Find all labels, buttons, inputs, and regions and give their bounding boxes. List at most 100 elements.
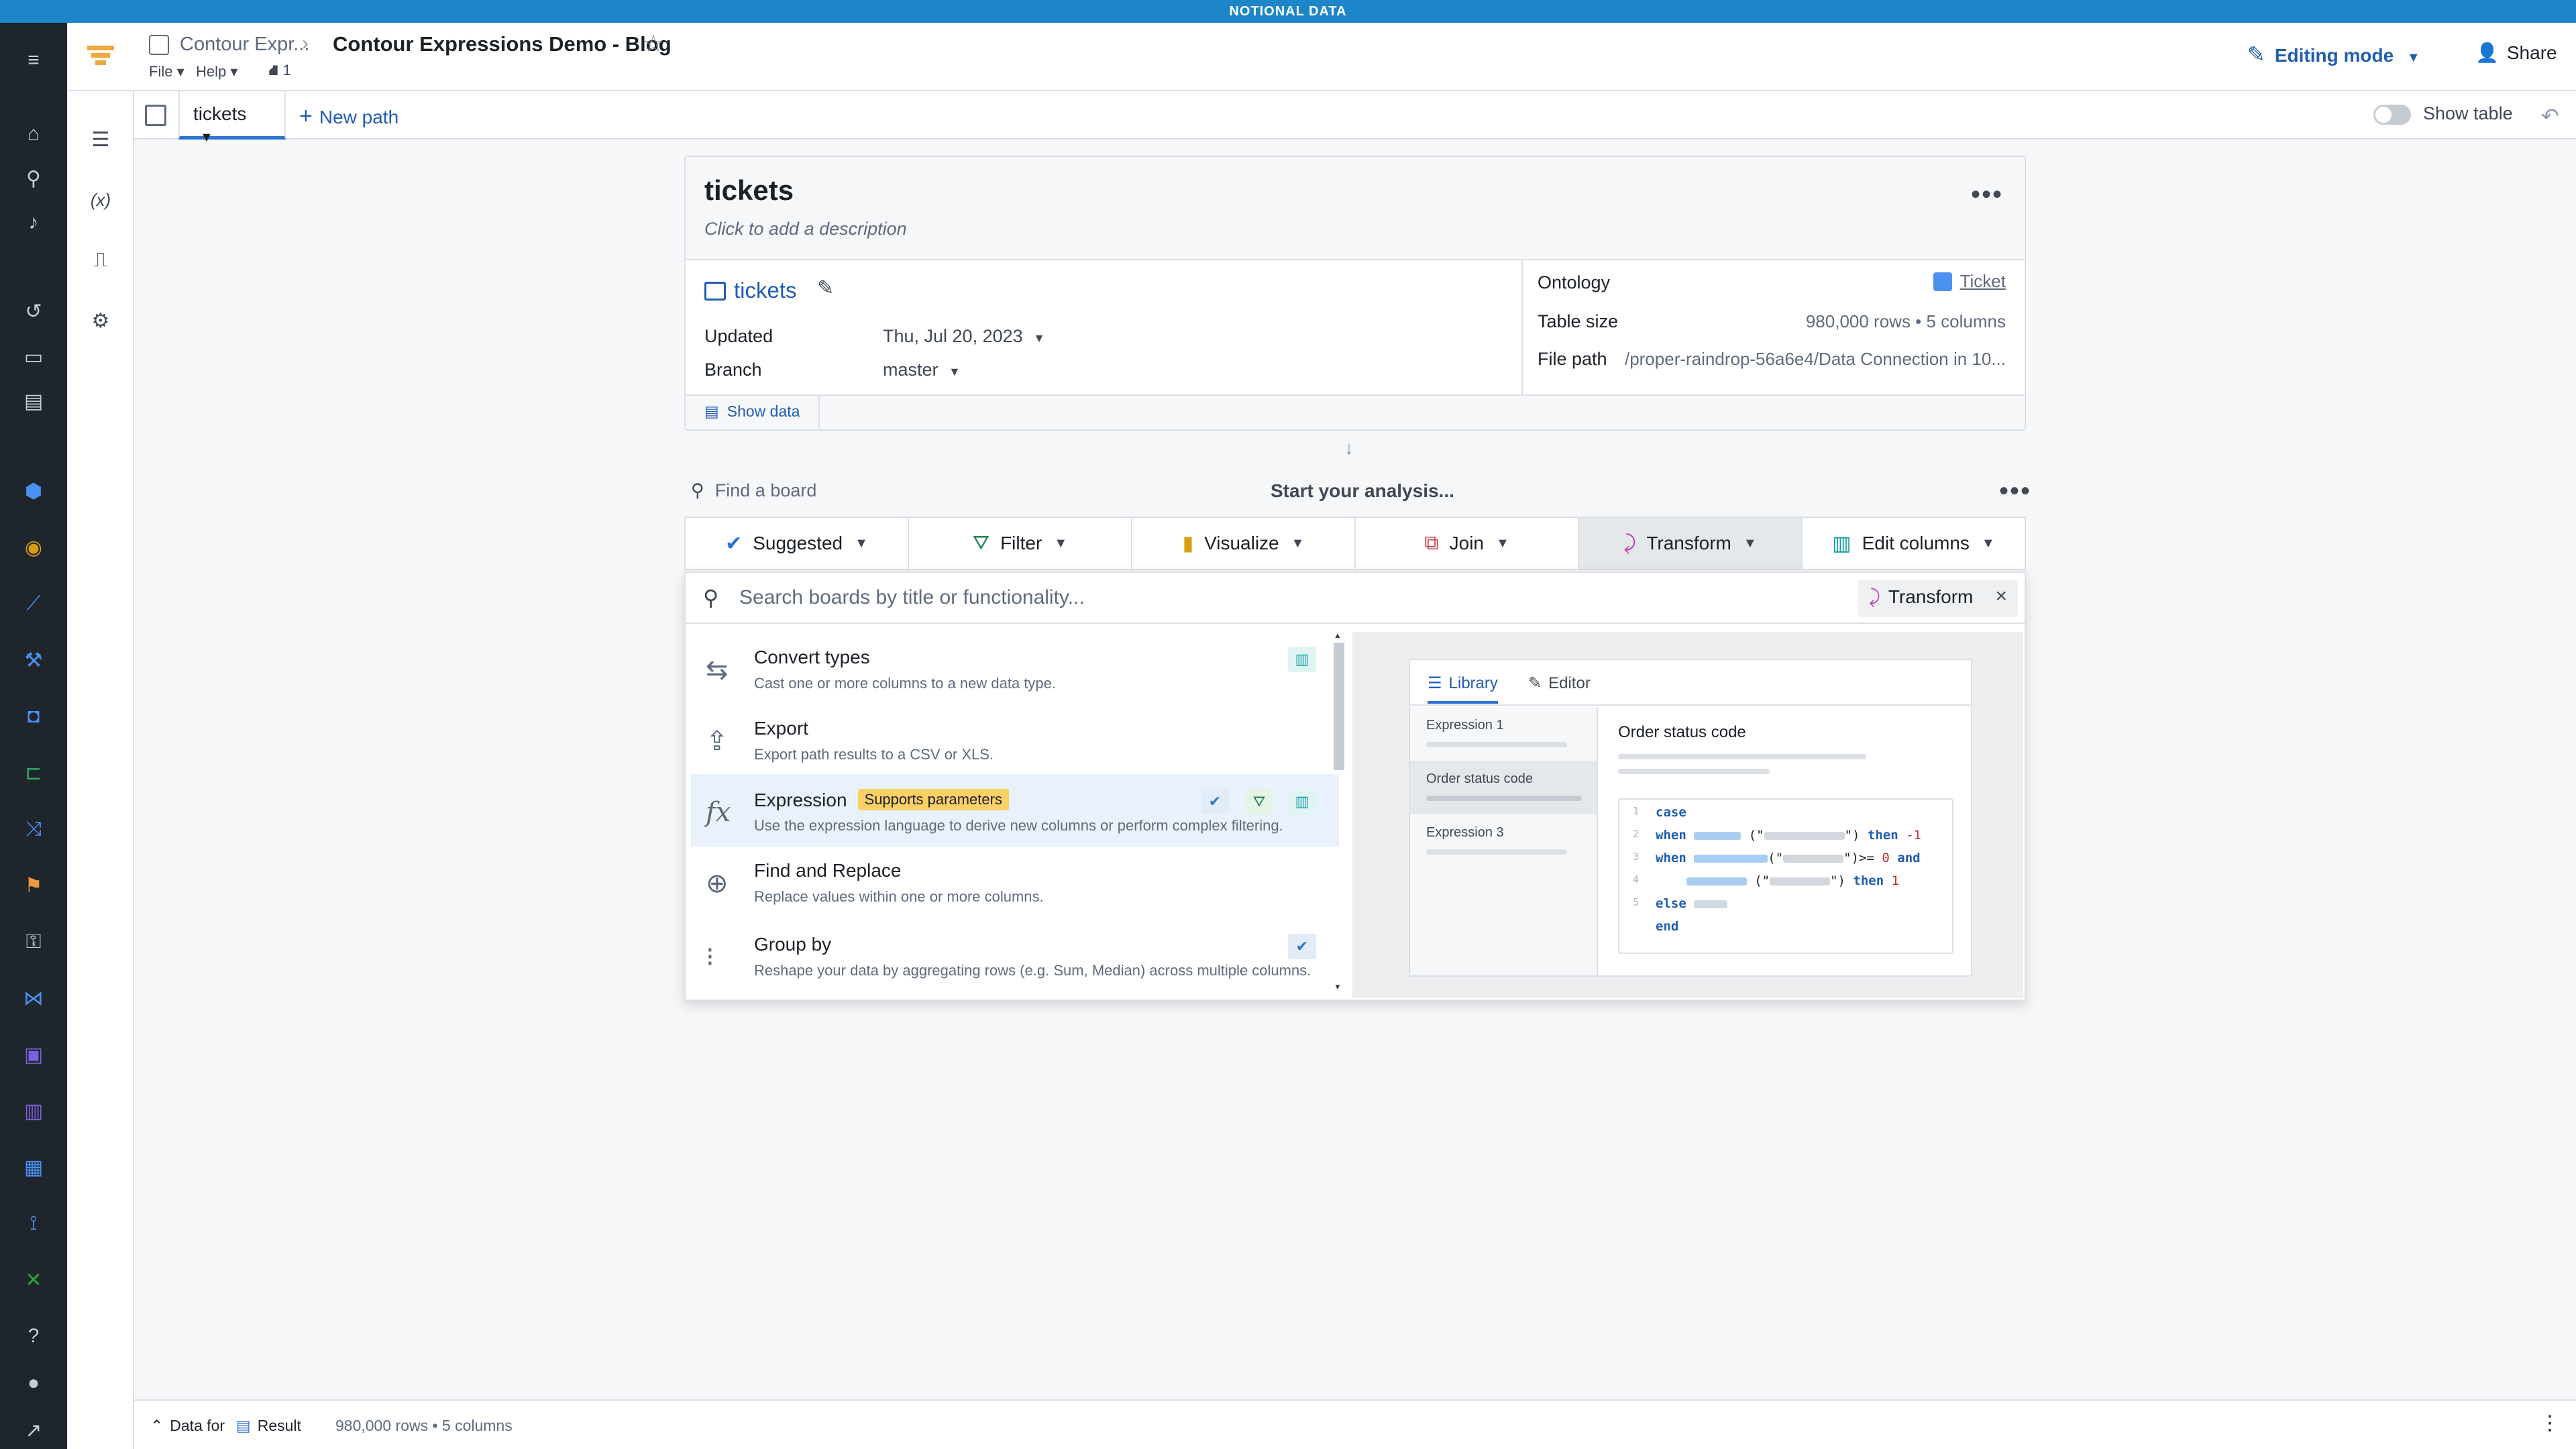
page-title[interactable]: Contour Expressions Demo - Blog <box>333 32 672 56</box>
board-expression[interactable]: fx Expression Supports parameters Use the… <box>691 774 1339 847</box>
category-edit-columns[interactable]: ▥ Edit columns ▼ <box>1803 518 2025 569</box>
dataset-app-icon[interactable]: ◉ <box>19 533 48 562</box>
ontology-app-icon[interactable]: ⬢ <box>19 476 48 506</box>
filter-icon: ⛛ <box>972 532 990 554</box>
resource-count[interactable]: ⛘ 1 <box>268 62 291 81</box>
columns-icon: ▥ <box>1832 532 1851 555</box>
more-options-icon[interactable]: ••• <box>1971 180 2003 210</box>
help-icon[interactable]: ? <box>19 1322 48 1351</box>
parameters-icon[interactable]: (x) <box>86 185 115 215</box>
close-icon[interactable]: × <box>1995 585 2007 608</box>
menu-expand-icon[interactable]: ≡ <box>19 46 48 75</box>
board-categories: ✔ Suggested ▼ ⛛ Filter ▼ ▮ Visualize ▼ ⧉ Join ▼ … <box>684 517 2026 570</box>
settings-gear-icon[interactable]: ⚙ <box>86 306 115 335</box>
table-grid-icon[interactable] <box>145 105 166 126</box>
search-icon: ⚲ <box>703 586 719 610</box>
board-search: ⚲ Search boards by title or functionalit… <box>686 573 2025 624</box>
group-by-icon: ⁝ <box>706 943 714 972</box>
category-filter[interactable]: ⛛ Filter ▼ <box>909 518 1132 569</box>
avatar[interactable]: ● <box>19 1368 48 1398</box>
board-find-and-replace[interactable]: ⊕ Find and Replace Replace values within… <box>691 845 1339 918</box>
footer-more-icon[interactable]: ⋮ <box>2540 1411 2560 1435</box>
ontology-link[interactable]: Ticket <box>1933 271 2006 292</box>
board-search-input[interactable]: Search boards by title or functionality.… <box>739 586 1085 609</box>
filter-chip-transform[interactable]: ⤸ Transform × <box>1858 580 2018 617</box>
list-icon: ☰ <box>1428 674 1442 692</box>
category-join[interactable]: ⧉ Join ▼ <box>1356 518 1579 569</box>
chart-app-icon[interactable]: ⟋ <box>19 589 48 619</box>
file-menu[interactable]: File ▾ <box>149 63 184 80</box>
description-field[interactable]: Click to add a description <box>704 219 907 239</box>
category-visualize[interactable]: ▮ Visualize ▼ <box>1132 518 1356 569</box>
board-title: Find and Replace <box>754 860 902 881</box>
show-table-toggle[interactable] <box>2373 105 2411 125</box>
lock-app-icon[interactable]: ⚿ <box>19 927 48 957</box>
dataset-card-header: tickets Click to add a description ••• <box>686 157 2025 260</box>
new-path-button[interactable]: + New path <box>299 103 398 129</box>
category-transform[interactable]: ⤸ Transform ▼ <box>1579 518 1803 569</box>
function-icon: fx <box>706 797 731 828</box>
updated-select[interactable]: Thu, Jul 20, 2023 ▼ <box>883 326 1045 347</box>
list-item: Order status code <box>1410 761 1597 814</box>
folder-icon[interactable]: ▭ <box>19 342 48 372</box>
flow-app-icon[interactable]: ⤨ <box>19 814 48 844</box>
history-icon[interactable]: ↺ <box>19 297 48 326</box>
notifications-icon[interactable]: ♪ <box>19 208 48 237</box>
board-export[interactable]: ⇪ Export Export path results to a CSV or… <box>691 703 1339 775</box>
file-path-value[interactable]: /proper-raindrop-56a6e4/Data Connection … <box>1625 349 2006 370</box>
help-menu[interactable]: Help ▾ <box>196 63 237 80</box>
browse-icon[interactable]: ▤ <box>19 386 48 416</box>
result-selector[interactable]: ▤ Result <box>236 1417 301 1435</box>
dataset-title[interactable]: tickets <box>704 174 794 207</box>
dataset-details: tickets ✎ Updated Thu, Jul 20, 2023 ▼ Br… <box>686 260 1523 394</box>
flag-app-icon[interactable]: ⚑ <box>19 871 48 900</box>
analysis-more-icon[interactable]: ••• <box>1999 476 2031 506</box>
path-tab-bar: tickets ▼ +New path Show table ↶ ↷ ⟳ ▥ <box>134 91 2576 145</box>
quiver-app-icon[interactable]: ▦ <box>19 1152 48 1182</box>
board-group-by[interactable]: ⁝ Group by Reshape your data by aggregat… <box>691 919 1339 991</box>
board-title: Convert types <box>754 647 870 667</box>
show-table-label: Show table <box>2423 103 2513 123</box>
contour-sidebar: ☰ (x) ⎍ ⚙ <box>67 91 134 1449</box>
pipeline-app-icon[interactable]: ⊏ <box>19 758 48 788</box>
home-icon[interactable]: ⌂ <box>19 119 48 149</box>
table-size-value: 980,000 rows • 5 columns <box>1805 311 2006 331</box>
open-link-icon[interactable]: ↗ <box>19 1415 48 1445</box>
expression-title: Order status code <box>1618 723 1746 741</box>
updated-label: Updated <box>704 326 773 346</box>
board-description: Cast one or more columns to a new data t… <box>754 675 1057 692</box>
favorite-star-icon[interactable]: ☆ <box>643 30 664 58</box>
network-app-icon[interactable]: ⋈ <box>19 983 48 1013</box>
expression-list: Expression 1 Order status code Expressio… <box>1410 707 1598 975</box>
camera-app-icon[interactable]: ◘ <box>19 702 48 731</box>
edit-icon: ✎ <box>2247 42 2265 66</box>
image-app-icon[interactable]: ▣ <box>19 1040 48 1069</box>
start-analysis-label: Start your analysis... <box>1271 480 1454 501</box>
ticket-object-icon <box>1933 272 1952 291</box>
dashboard-icon[interactable]: ⎍ <box>86 246 115 275</box>
category-suggested[interactable]: ✔ Suggested ▼ <box>686 518 909 569</box>
dataset-link[interactable]: tickets <box>734 278 797 303</box>
edit-dataset-icon[interactable]: ✎ <box>817 276 834 300</box>
hex-app-icon[interactable]: ✕ <box>19 1265 48 1295</box>
notional-data-banner: NOTIONAL DATA <box>0 0 2576 23</box>
editing-mode-button[interactable]: ✎ Editing mode ▼ <box>2247 42 2420 67</box>
hammer-app-icon[interactable]: ⚒ <box>19 645 48 675</box>
show-data-button[interactable]: ▤ Show data <box>686 396 820 429</box>
check-circle-icon: ✔ <box>1201 789 1229 814</box>
tab-tickets[interactable]: tickets ▼ <box>178 91 286 145</box>
find-board-input[interactable]: ⚲ Find a board <box>691 480 816 501</box>
paths-list-icon[interactable]: ☰ <box>86 125 115 154</box>
board-convert-types[interactable]: ⇆ Convert types Cast one or more columns… <box>691 632 1339 704</box>
branch-select[interactable]: master ▼ <box>883 360 961 380</box>
share-button[interactable]: 👤 Share <box>2475 42 2557 64</box>
data-for-toggle[interactable]: ⌃ Data for <box>150 1417 225 1435</box>
search-icon[interactable]: ⚲ <box>19 164 48 193</box>
breadcrumb-parent[interactable]: Contour Expr... <box>180 34 309 56</box>
undo-icon[interactable]: ↶ <box>2541 103 2559 129</box>
slides-app-icon[interactable]: ▥ <box>19 1096 48 1126</box>
board-list-scrollbar[interactable]: ▲ ▼ <box>1332 631 1346 994</box>
board-picker-dropdown: ⚲ Search boards by title or functionalit… <box>684 572 2026 1001</box>
graph-app-icon[interactable]: ⟟ <box>19 1209 48 1238</box>
code-sample: 1 case 2 when (" ") then -1 3 when (" ")>= 0 … <box>1618 798 1953 954</box>
